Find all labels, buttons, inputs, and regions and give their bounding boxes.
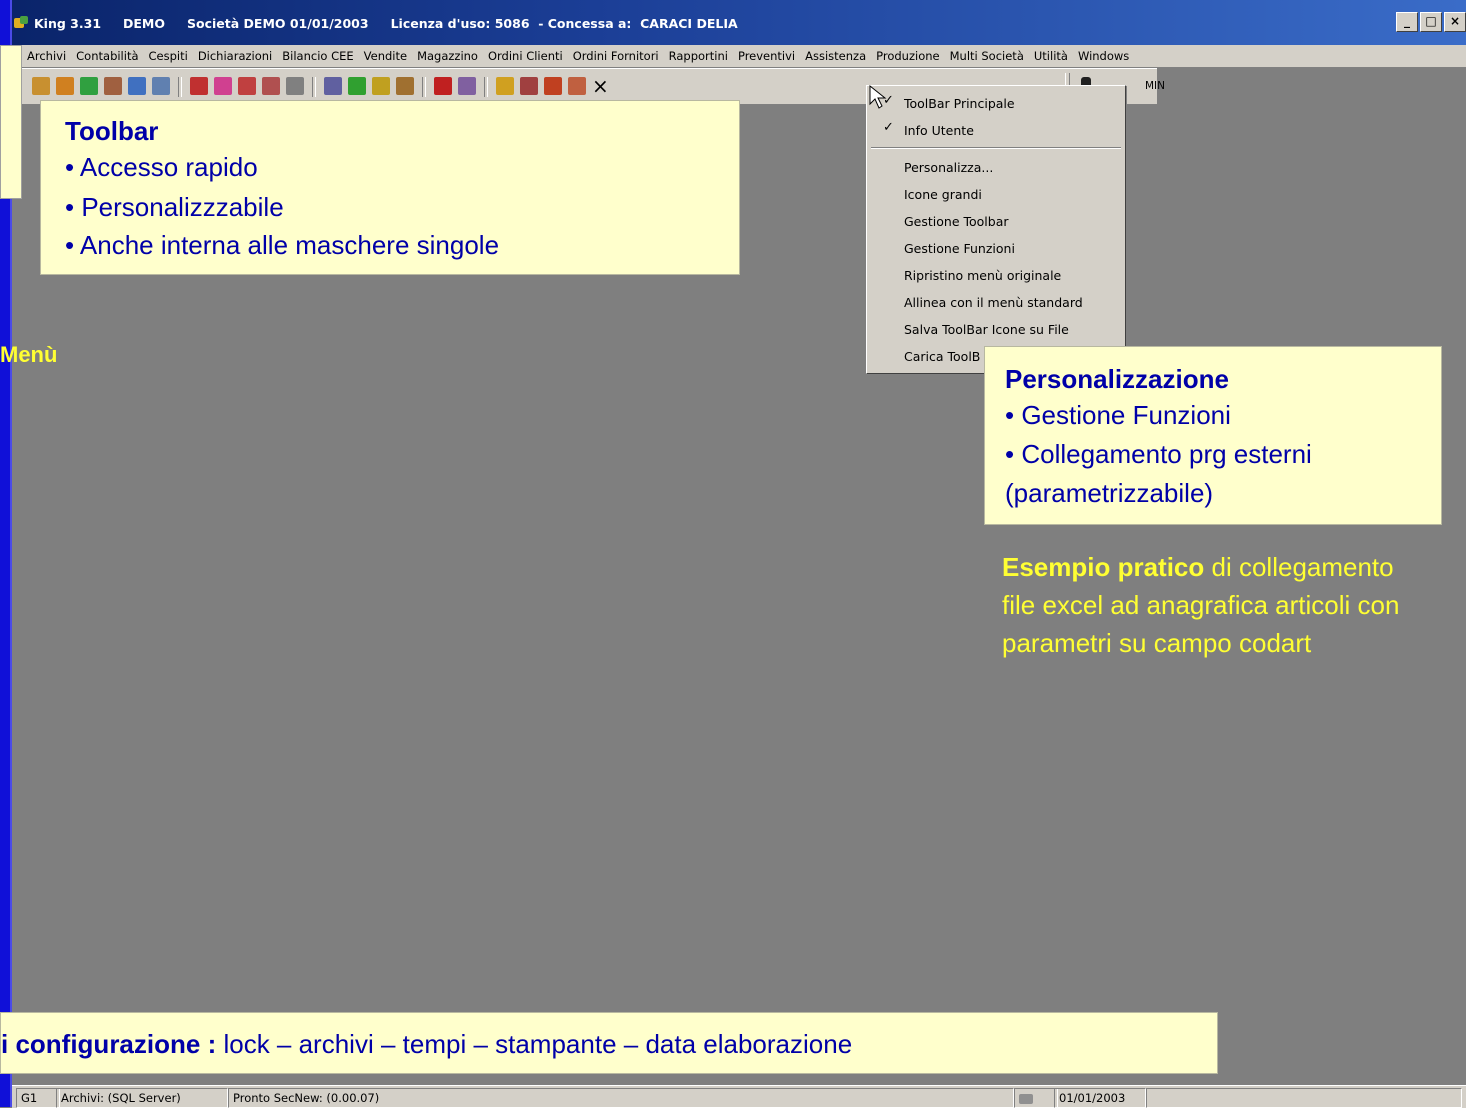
personalizzazione-callout: Personalizzazione • Gestione Funzioni • … xyxy=(984,346,1442,525)
toolbar-callout-title: Toolbar xyxy=(65,116,159,146)
menu-assistenza[interactable]: Assistenza xyxy=(805,49,866,63)
doc-f-icon[interactable] xyxy=(262,77,280,95)
status-pane-pronto: Pronto SecNew: (0.00.07) xyxy=(228,1088,1014,1108)
config-callout: i configurazione : lock – archivi – temp… xyxy=(0,1012,1218,1074)
globe-icon[interactable] xyxy=(568,77,586,95)
menu-rapportini[interactable]: Rapportini xyxy=(669,49,728,63)
menu-ordini-clienti[interactable]: Ordini Clienti xyxy=(488,49,563,63)
toolbar-icons: × xyxy=(32,76,610,97)
menu-bilancio-cee[interactable]: Bilancio CEE xyxy=(282,49,353,63)
toolbar-separator xyxy=(422,77,426,97)
config-line: i configurazione : lock – archivi – temp… xyxy=(1,1029,852,1060)
status-bar: G1 Archivi: (SQL Server) Pronto SecNew: … xyxy=(12,1085,1466,1108)
menu-utilita[interactable]: Utilità xyxy=(1034,49,1068,63)
ctx-ripristino-menu[interactable]: Ripristino menù originale xyxy=(904,265,1061,287)
title-mode: DEMO xyxy=(123,15,165,31)
book-icon[interactable] xyxy=(32,77,50,95)
example-strong: Esempio pratico xyxy=(1002,552,1205,582)
ctx-info-utente[interactable]: Info Utente xyxy=(904,120,974,142)
ctx-icone-grandi[interactable]: Icone grandi xyxy=(904,184,982,206)
toolbar-separator xyxy=(178,77,182,97)
printer-icon xyxy=(1019,1093,1033,1104)
calendar-icon[interactable] xyxy=(152,77,170,95)
menu-produzione[interactable]: Produzione xyxy=(876,49,939,63)
ctx-separator xyxy=(871,147,1121,149)
ctx-carica-toolbar[interactable]: Carica ToolB xyxy=(904,346,980,368)
fb-icon[interactable] xyxy=(544,77,562,95)
personalizzazione-bullet: (parametrizzabile) xyxy=(1005,478,1214,508)
menu-dichiarazioni[interactable]: Dichiarazioni xyxy=(198,49,272,63)
menu-magazzino[interactable]: Magazzino xyxy=(417,49,478,63)
toolbar-separator xyxy=(312,77,316,97)
title-company: Società DEMO 01/01/2003 xyxy=(187,15,369,31)
status-pane-empty xyxy=(1146,1088,1462,1108)
help-icon[interactable] xyxy=(496,77,514,95)
toolbar-callout-bullet: • Anche interna alle maschere singole xyxy=(65,230,500,260)
personalizzazione-bullet: • Gestione Funzioni xyxy=(1005,400,1231,430)
minimize-button[interactable]: _ xyxy=(1396,12,1418,32)
menu-multi-societa[interactable]: Multi Società xyxy=(950,49,1024,63)
title-bar: King 3.31 DEMO Società DEMO 01/01/2003 L… xyxy=(12,0,1466,45)
user-icon[interactable] xyxy=(56,77,74,95)
ctx-gestione-funzioni[interactable]: Gestione Funzioni xyxy=(904,238,1015,260)
doc-r-icon[interactable] xyxy=(238,77,256,95)
chart-icon[interactable] xyxy=(348,77,366,95)
status-pane-code: G1 xyxy=(16,1088,60,1108)
ctx-toolbar-principale[interactable]: ToolBar Principale xyxy=(904,93,1015,115)
close-button[interactable]: × xyxy=(1444,12,1466,32)
menu-label: Menù xyxy=(0,342,58,367)
menu-archivi[interactable]: Archivi xyxy=(27,49,66,63)
people-icon[interactable] xyxy=(520,77,538,95)
example-note: Esempio pratico di collegamento file exc… xyxy=(1002,548,1402,662)
user-label: MIN xyxy=(1145,80,1166,92)
menu-bar: Archivi Contabilità Cespiti Dichiarazion… xyxy=(12,45,1466,68)
title-row: King 3.31 DEMO Società DEMO 01/01/2003 L… xyxy=(12,12,1466,34)
truck-icon[interactable] xyxy=(372,77,390,95)
title-license: Licenza d'uso: 5086 - Concessa a: CARACI… xyxy=(390,15,738,31)
status-pane-date: 01/01/2003 xyxy=(1054,1088,1146,1108)
ctx-allinea-menu[interactable]: Allinea con il menù standard xyxy=(904,292,1083,314)
restore-button[interactable]: □ xyxy=(1420,12,1442,32)
mouse-cursor-icon xyxy=(869,84,887,109)
ctx-personalizza[interactable]: Personalizza... xyxy=(904,157,993,179)
menu-ordini-fornitori[interactable]: Ordini Fornitori xyxy=(573,49,659,63)
report-icon[interactable] xyxy=(324,77,342,95)
toolbar-callout-bullet: • Personalizzzabile xyxy=(65,192,284,222)
menu-contabilita[interactable]: Contabilità xyxy=(76,49,138,63)
config-strong: i configurazione : xyxy=(1,1029,217,1059)
ctx-gestione-toolbar[interactable]: Gestione Toolbar xyxy=(904,211,1009,233)
toolbar-callout: Toolbar • Accesso rapido • Personalizzza… xyxy=(40,100,740,275)
user-green-icon[interactable] xyxy=(80,77,98,95)
doc-red-icon[interactable] xyxy=(190,77,208,95)
window-controls: _ □ × xyxy=(1396,12,1466,32)
status-pane-archivi: Archivi: (SQL Server) xyxy=(56,1088,228,1108)
check-icon: ✓ xyxy=(883,120,894,135)
title-app: King 3.31 xyxy=(34,15,102,31)
ctx-salva-toolbar[interactable]: Salva ToolBar Icone su File xyxy=(904,319,1069,341)
tools-icon[interactable] xyxy=(458,77,476,95)
status-pane-printer xyxy=(1014,1088,1058,1108)
personalizzazione-title: Personalizzazione xyxy=(1005,364,1229,394)
personalizzazione-bullet: • Collegamento prg esterni xyxy=(1005,439,1312,469)
menu-vendite[interactable]: Vendite xyxy=(364,49,407,63)
clipboard-icon[interactable] xyxy=(396,77,414,95)
left-callout-fragment xyxy=(0,45,22,199)
doc-copy-icon[interactable] xyxy=(286,77,304,95)
close-icon[interactable]: × xyxy=(592,76,610,96)
pen-icon[interactable] xyxy=(128,77,146,95)
doc-pink-icon[interactable] xyxy=(214,77,232,95)
toolbar-callout-bullet: • Accesso rapido xyxy=(65,152,258,182)
toolbar-context-menu: ✓ ToolBar Principale ✓ Info Utente Perso… xyxy=(866,85,1126,374)
config-rest: lock – archivi – tempi – stampante – dat… xyxy=(216,1029,853,1059)
app-icon[interactable] xyxy=(12,15,30,31)
menu-preventivi[interactable]: Preventivi xyxy=(738,49,795,63)
menu-cespiti[interactable]: Cespiti xyxy=(149,49,188,63)
phone-icon[interactable] xyxy=(104,77,122,95)
toolbar-separator xyxy=(484,77,488,97)
book-red-icon[interactable] xyxy=(434,77,452,95)
menu-windows[interactable]: Windows xyxy=(1078,49,1129,63)
